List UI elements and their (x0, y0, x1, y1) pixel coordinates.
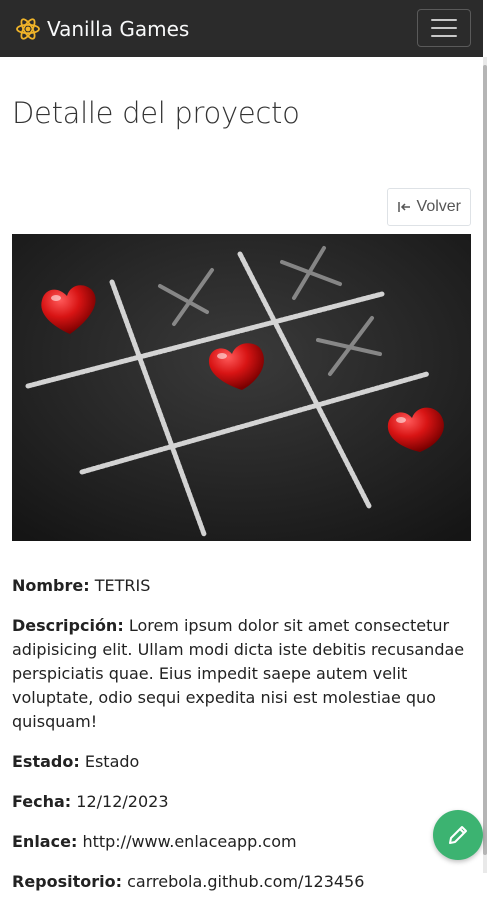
project-image (12, 234, 471, 541)
field-label: Nombre: (12, 576, 90, 595)
pencil-icon (449, 826, 467, 844)
scrollbar-thumb[interactable] (483, 65, 487, 855)
field-label: Descripción: (12, 616, 124, 635)
back-button[interactable]: Volver (386, 188, 471, 226)
field-label: Enlace: (12, 832, 78, 851)
field-repositorio: Repositorio: carrebola.github.com/123456 (12, 870, 470, 894)
navbar: Vanilla Games (0, 0, 483, 57)
field-value[interactable]: http://www.enlaceapp.com (82, 832, 296, 851)
hamburger-menu-icon (431, 19, 457, 21)
brand-name: Vanilla Games (47, 16, 190, 41)
field-value: 12/12/2023 (76, 792, 169, 811)
field-value: TETRIS (94, 576, 151, 595)
arrow-left-to-bar-icon (397, 202, 410, 212)
scrollbar[interactable] (483, 57, 487, 873)
field-estado: Estado: Estado (12, 750, 470, 774)
field-fecha: Fecha: 12/12/2023 (12, 790, 470, 814)
edit-fab-button[interactable] (433, 810, 483, 860)
back-button-label: Volver (416, 198, 461, 215)
field-descripcion: Descripción: Lorem ipsum dolor sit amet … (12, 614, 470, 734)
page-title: Detalle del proyecto (12, 96, 300, 130)
brand-link[interactable]: Vanilla Games (15, 16, 189, 42)
field-label: Estado: (12, 752, 80, 771)
field-value: Estado (84, 752, 140, 771)
field-label: Repositorio: (12, 872, 123, 891)
project-details: Nombre: TETRIS Descripción: Lorem ipsum … (12, 574, 470, 910)
field-value[interactable]: carrebola.github.com/123456 (127, 872, 364, 891)
field-enlace: Enlace: http://www.enlaceapp.com (12, 830, 470, 854)
field-nombre: Nombre: TETRIS (12, 574, 470, 598)
atom-icon (16, 17, 40, 40)
field-label: Fecha: (12, 792, 72, 811)
hamburger-menu-button[interactable] (417, 9, 471, 47)
